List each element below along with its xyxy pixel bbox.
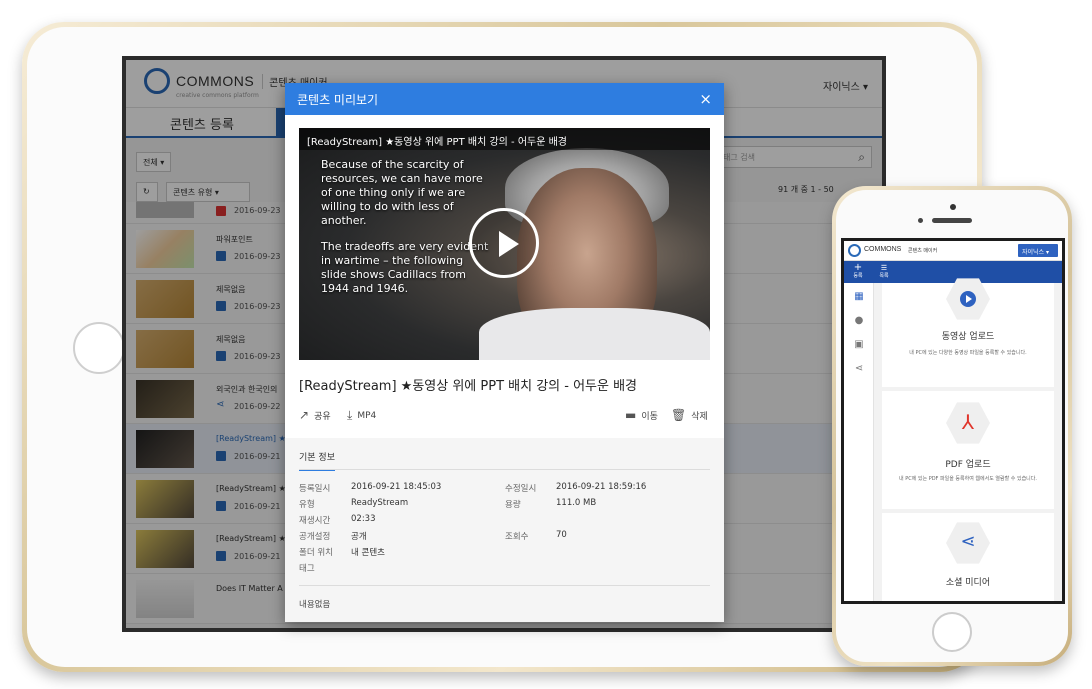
public-value: 공개 bbox=[351, 532, 367, 542]
delete-button[interactable]: 🗑 삭제 bbox=[671, 408, 708, 422]
divider bbox=[299, 585, 710, 586]
phone-sensor bbox=[918, 218, 923, 223]
pdf-upload-card[interactable]: ⅄ PDF 업로드 내 PC에 있는 PDF 파일을 등록하여 웹에서도 열람할… bbox=[882, 391, 1054, 509]
action-bar: ↗ 공유 ⤓ MP4 ▬ 이동 🗑 삭제 bbox=[299, 408, 710, 426]
video-person-coat bbox=[479, 308, 710, 360]
phone-screen: COMMONS 콘텐츠 매이커 자이닉스 ▾ + 등록 ☰ 목록 ▦ ● ▣ ⋖… bbox=[841, 238, 1065, 604]
move-label: 이동 bbox=[641, 411, 658, 422]
info-panel: 기본 정보 등록일시 2016-09-21 18:45:03 수정일시 2016… bbox=[285, 438, 724, 622]
phone-nav: + 등록 ☰ 목록 bbox=[844, 261, 1062, 283]
video-player[interactable]: [ReadyStream] ★동영상 위에 PPT 배치 강의 - 어두운 배경… bbox=[299, 128, 710, 360]
phone-header: COMMONS 콘텐츠 매이커 자이닉스 ▾ bbox=[844, 241, 1062, 261]
phone-user-menu[interactable]: 자이닉스 ▾ bbox=[1018, 244, 1058, 257]
video-slide-paragraph: Because of the scarcity of resources, we… bbox=[321, 158, 483, 227]
folder-label: 폴더 위치 bbox=[299, 548, 333, 558]
views-label: 조회수 bbox=[505, 532, 529, 542]
phone-sidebar: ▦ ● ▣ ⋖ bbox=[844, 283, 874, 601]
content-preview-modal: 콘텐츠 미리보기 × [ReadyStream] ★동영상 위에 PPT 배치 … bbox=[285, 83, 724, 622]
mod-date-label: 수정일시 bbox=[505, 484, 537, 494]
phone-home-button[interactable] bbox=[932, 612, 972, 652]
trash-icon: 🗑 bbox=[671, 408, 687, 422]
close-icon[interactable]: × bbox=[699, 90, 712, 108]
share-button[interactable]: ↗ 공유 bbox=[299, 408, 331, 422]
type-value: ReadyStream bbox=[351, 498, 409, 508]
share-label: 공유 bbox=[314, 411, 331, 422]
play-time-value: 02:33 bbox=[351, 514, 376, 524]
folder-value: 내 콘텐츠 bbox=[351, 548, 385, 558]
tab-basic-info[interactable]: 기본 정보 bbox=[299, 450, 335, 471]
plus-icon: + bbox=[853, 262, 863, 273]
content-title: [ReadyStream] ★동영상 위에 PPT 배치 강의 - 어두운 배경 bbox=[299, 379, 638, 394]
grid-icon[interactable]: ▦ bbox=[853, 291, 865, 303]
list-icon: ☰ bbox=[880, 264, 888, 272]
delete-label: 삭제 bbox=[691, 411, 708, 422]
download-icon: ⤓ bbox=[347, 408, 353, 422]
card-title: 동영상 업로드 bbox=[941, 332, 995, 342]
video-slide-paragraph: The tradeoffs are very evident in wartim… bbox=[321, 240, 489, 295]
pdf-icon: ⅄ bbox=[961, 410, 975, 434]
card-desc: 내 PC에 있는 PDF 파일을 등록하여 웹에서도 열람할 수 있습니다. bbox=[899, 476, 1037, 482]
nav-add-label: 등록 bbox=[853, 273, 863, 279]
nav-add-button[interactable]: + 등록 bbox=[846, 263, 870, 281]
size-value: 111.0 MB bbox=[556, 498, 597, 508]
share-icon: ⋖ bbox=[960, 531, 976, 552]
phone-device: COMMONS 콘텐츠 매이커 자이닉스 ▾ + 등록 ☰ 목록 ▦ ● ▣ ⋖… bbox=[832, 186, 1072, 666]
card-title: PDF 업로드 bbox=[945, 460, 991, 470]
move-button[interactable]: ▬ 이동 bbox=[625, 408, 658, 422]
phone-speaker bbox=[932, 218, 972, 223]
share-icon: ↗ bbox=[299, 408, 310, 422]
video-upload-card[interactable]: 동영상 업로드 내 PC에 있는 다양한 동영상 파일을 등록할 수 있습니다. bbox=[882, 278, 1054, 387]
play-button[interactable] bbox=[469, 208, 539, 278]
social-media-card[interactable]: ⋖ 소셜 미디어 bbox=[882, 513, 1054, 601]
video-icon[interactable]: ● bbox=[853, 315, 865, 327]
video-slide-text: Because of the scarcity of resources, we… bbox=[321, 158, 491, 308]
logo-ring-icon bbox=[848, 244, 861, 257]
play-time-label: 재생시간 bbox=[299, 516, 331, 526]
video-title-bar: [ReadyStream] ★동영상 위에 PPT 배치 강의 - 어두운 배경 bbox=[299, 128, 710, 150]
device-mockup-stage: COMMONS 콘텐츠 매이커 creative commons platfor… bbox=[0, 0, 1092, 689]
reg-date-label: 등록일시 bbox=[299, 484, 331, 494]
public-label: 공개설정 bbox=[299, 532, 331, 542]
modal-title: 콘텐츠 미리보기 bbox=[297, 92, 379, 107]
divider bbox=[299, 469, 710, 470]
tag-label: 태그 bbox=[299, 564, 315, 574]
play-icon bbox=[499, 231, 519, 257]
download-label: MP4 bbox=[357, 410, 377, 421]
card-desc: 내 PC에 있는 다양한 동영상 파일을 등록할 수 있습니다. bbox=[909, 350, 1027, 356]
download-button[interactable]: ⤓ MP4 bbox=[347, 408, 376, 423]
card-title: 소셜 미디어 bbox=[945, 578, 991, 588]
phone-logo-text[interactable]: COMMONS bbox=[864, 246, 901, 253]
nav-list-button[interactable]: ☰ 목록 bbox=[872, 263, 896, 281]
views-value: 70 bbox=[556, 530, 567, 540]
play-circle-icon bbox=[960, 291, 976, 307]
play-icon bbox=[966, 295, 972, 303]
mod-date-value: 2016-09-21 18:59:16 bbox=[556, 482, 647, 492]
modal-header: 콘텐츠 미리보기 × bbox=[285, 83, 724, 115]
reg-date-value: 2016-09-21 18:45:03 bbox=[351, 482, 442, 492]
pdf-icon[interactable]: ▣ bbox=[853, 339, 865, 351]
tablet-home-button[interactable] bbox=[73, 322, 125, 374]
nav-list-label: 목록 bbox=[879, 273, 889, 279]
type-label: 유형 bbox=[299, 500, 315, 510]
phone-app-name: 콘텐츠 매이커 bbox=[908, 248, 938, 254]
phone-main: 동영상 업로드 내 PC에 있는 다양한 동영상 파일을 등록할 수 있습니다.… bbox=[874, 278, 1062, 601]
size-label: 용량 bbox=[505, 500, 521, 510]
phone-camera bbox=[950, 204, 956, 210]
description-text: 내용없음 bbox=[299, 600, 331, 610]
share-icon[interactable]: ⋖ bbox=[853, 363, 865, 375]
folder-icon: ▬ bbox=[625, 408, 637, 422]
phone-app: COMMONS 콘텐츠 매이커 자이닉스 ▾ + 등록 ☰ 목록 ▦ ● ▣ ⋖… bbox=[844, 241, 1062, 601]
